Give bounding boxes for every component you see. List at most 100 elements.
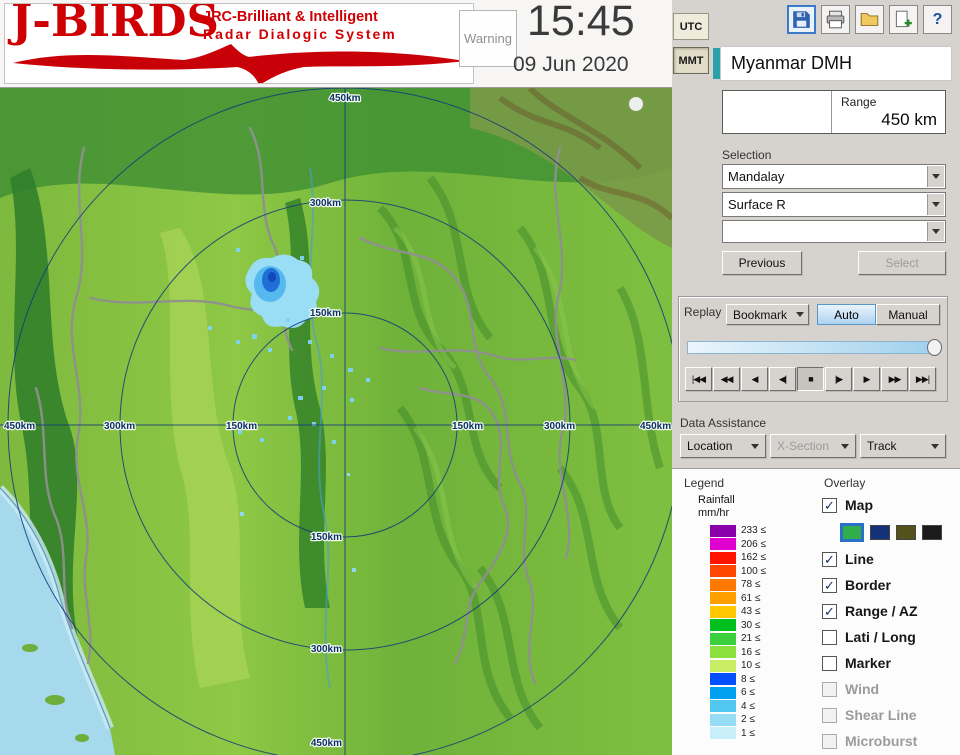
xsection-button[interactable]: X-Section	[770, 434, 856, 458]
warning-button[interactable]: Warning	[459, 10, 517, 67]
toolbar: ?	[787, 5, 952, 34]
help-button[interactable]: ?	[923, 5, 952, 34]
clock-date: 09 Jun 2020	[513, 53, 629, 76]
legend-color-swatch	[710, 538, 736, 551]
replay-groupbox: Replay Bookmark Auto Manual |◀◀ ◀◀ ◀ ◀| ■ |▶ ▶…	[678, 296, 948, 402]
select-button[interactable]: Select	[858, 251, 946, 275]
playback-jump-start[interactable]: |◀◀	[685, 367, 712, 391]
radar-map[interactable]: 450km 300km 150km 150km 300km 450km 450k…	[0, 88, 672, 755]
legend-overlay-section: Legend Overlay Rainfall mm/hr 233 ≤206 ≤…	[672, 470, 960, 755]
map-style-swatch[interactable]	[840, 522, 864, 542]
legend-color-swatch	[710, 578, 736, 591]
replay-time-slider[interactable]	[687, 339, 942, 356]
checkbox[interactable]	[822, 681, 837, 697]
playback-play[interactable]: ▶	[853, 367, 880, 391]
legend-product: Rainfall	[698, 494, 735, 506]
replay-label: Replay	[684, 305, 722, 319]
overlay-label: Overlay	[824, 476, 866, 490]
ring-label: 300km	[311, 644, 342, 655]
legend-value: 43 ≤	[741, 606, 761, 618]
overlay-item-range-az[interactable]: ✓ Range / AZ	[822, 598, 956, 624]
export-button[interactable]	[889, 5, 918, 34]
legend-color-swatch	[710, 727, 736, 740]
range-label: Range	[841, 95, 877, 109]
checkbox[interactable]	[822, 655, 837, 671]
legend-color-swatch	[710, 686, 736, 699]
control-panel: Range 450 km Selection Mandalay Surface …	[672, 88, 960, 755]
ring-label: 150km	[311, 532, 342, 543]
radar-site-value: Mandalay	[728, 169, 785, 184]
dropdown-arrow-button[interactable]	[927, 194, 944, 215]
overlay-item-label: Microburst	[845, 733, 918, 749]
logo-subtitle-line2: Radar Dialogic System	[203, 25, 397, 42]
location-button[interactable]: Location	[680, 434, 766, 458]
product-value: Surface R	[728, 197, 786, 212]
extra-dropdown[interactable]	[722, 220, 946, 243]
legend-entry: 4 ≤	[710, 700, 766, 714]
map-style-swatch[interactable]	[870, 524, 890, 540]
legend-value: 16 ≤	[741, 646, 761, 658]
bookmark-button[interactable]: Bookmark	[726, 304, 809, 325]
track-label: Track	[867, 439, 897, 453]
manual-mode-button[interactable]: Manual	[876, 304, 940, 325]
checkbox[interactable]	[822, 707, 837, 723]
overlay-item-label: Shear Line	[845, 707, 917, 723]
bookmark-label: Bookmark	[733, 307, 788, 322]
track-button[interactable]: Track	[860, 434, 946, 458]
overlay-item-line[interactable]: ✓ Line	[822, 546, 956, 572]
overlay-item-marker[interactable]: Marker	[822, 650, 956, 676]
dropdown-arrow-button[interactable]	[927, 222, 944, 241]
chevron-down-icon	[932, 174, 940, 179]
selection-label: Selection	[722, 148, 772, 162]
radar-site-dropdown[interactable]: Mandalay	[722, 164, 946, 189]
logo-panel: J-BIRDS JRC-Brilliant & Intelligent Rada…	[4, 3, 474, 84]
legend-entry: 162 ≤	[710, 551, 766, 565]
mmt-button[interactable]: MMT	[673, 47, 709, 74]
checkbox[interactable]: ✓	[822, 497, 837, 513]
ring-label: 150km	[310, 308, 341, 319]
overlay-item-border[interactable]: ✓ Border	[822, 572, 956, 598]
legend-color-swatch	[710, 565, 736, 578]
playback-stop[interactable]: ■	[797, 367, 824, 391]
auto-mode-button[interactable]: Auto	[817, 304, 876, 325]
overlay-item-wind[interactable]: Wind	[822, 676, 956, 702]
legend-entry: 21 ≤	[710, 632, 766, 646]
playback-play-backward[interactable]: ◀	[741, 367, 768, 391]
checkbox[interactable]	[822, 629, 837, 645]
product-dropdown[interactable]: Surface R	[722, 192, 946, 217]
checkbox[interactable]: ✓	[822, 551, 837, 567]
checkbox[interactable]: ✓	[822, 603, 837, 619]
header: J-BIRDS JRC-Brilliant & Intelligent Rada…	[0, 0, 960, 88]
slider-handle[interactable]	[927, 339, 942, 356]
open-folder-button[interactable]	[855, 5, 884, 34]
checkbox[interactable]	[822, 733, 837, 749]
checkbox[interactable]: ✓	[822, 577, 837, 593]
legend-color-swatch	[710, 646, 736, 659]
legend-entry: 61 ≤	[710, 592, 766, 606]
save-button[interactable]	[787, 5, 816, 34]
playback-jump-end[interactable]: ▶▶|	[909, 367, 936, 391]
playback-fast-rewind[interactable]: ◀◀	[713, 367, 740, 391]
chevron-down-icon	[932, 202, 940, 207]
legend-value: 21 ≤	[741, 633, 761, 645]
xsection-label: X-Section	[777, 439, 830, 453]
utc-button[interactable]: UTC	[673, 13, 709, 40]
ring-label: 450km	[4, 421, 35, 432]
playback-fast-forward[interactable]: ▶▶	[881, 367, 908, 391]
playback-step-backward[interactable]: ◀|	[769, 367, 796, 391]
overlay-item-shear-line[interactable]: Shear Line	[822, 702, 956, 728]
previous-button[interactable]: Previous	[722, 251, 802, 275]
overlay-item-microburst[interactable]: Microburst	[822, 728, 956, 754]
station-indicator	[713, 48, 720, 79]
playback-step-forward[interactable]: |▶	[825, 367, 852, 391]
map-style-swatch[interactable]	[896, 524, 916, 540]
overlay-item-label: Border	[845, 577, 891, 593]
print-button[interactable]	[821, 5, 850, 34]
legend-entry: 16 ≤	[710, 646, 766, 660]
dropdown-arrow-button[interactable]	[927, 166, 944, 187]
overlay-item-lati-long[interactable]: Lati / Long	[822, 624, 956, 650]
overlay-item-label: Range / AZ	[845, 603, 918, 619]
overlay-item-map[interactable]: ✓ Map	[822, 492, 956, 518]
map-style-swatch[interactable]	[922, 524, 942, 540]
legend-color-swatch	[710, 659, 736, 672]
